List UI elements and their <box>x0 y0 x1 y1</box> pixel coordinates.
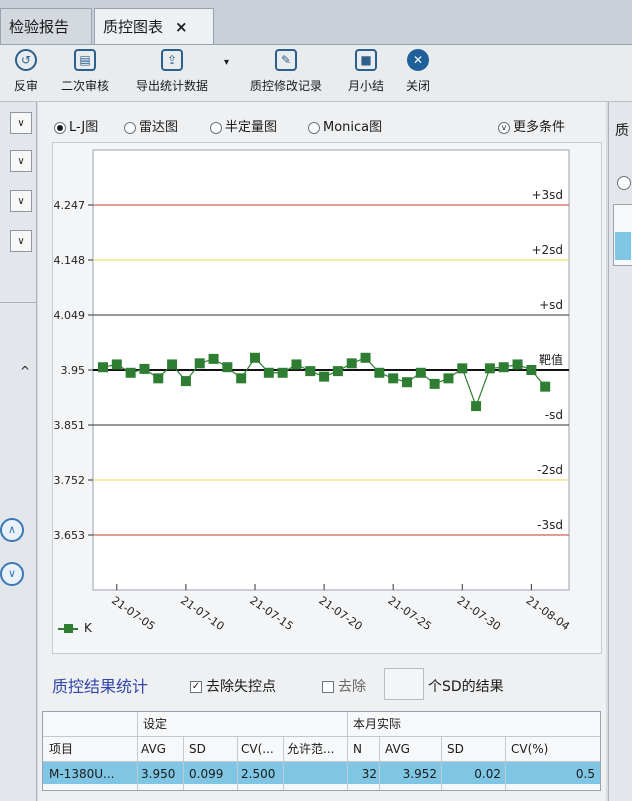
remove-sd-checkbox[interactable]: 去除 <box>322 676 366 696</box>
data-point <box>319 371 330 382</box>
stats-table: 设定 本月实际 项目 AVG SD CV(... 允许范... N AVG SD… <box>42 711 601 791</box>
sd-label: +sd <box>539 298 563 312</box>
data-point <box>402 377 412 388</box>
col-header-cv[interactable]: CV(... <box>241 738 281 760</box>
x-tick-label: 21-07-30 <box>455 594 503 633</box>
data-point <box>415 367 426 378</box>
x-tick-label: 21-07-25 <box>385 594 433 633</box>
y-tick-label: 4.049 <box>54 309 86 322</box>
data-point <box>236 373 247 384</box>
col-header-actual-sd[interactable]: SD <box>447 738 501 760</box>
x-tick-label: 21-07-05 <box>109 594 157 633</box>
y-tick-label: 4.148 <box>54 254 86 267</box>
col-header-actual-cv[interactable]: CV(%) <box>511 738 591 760</box>
y-tick-label: 4.247 <box>54 199 86 212</box>
sd-label: -sd <box>545 408 563 422</box>
sd-label: -3sd <box>537 518 563 532</box>
checkbox-label: 去除失控点 <box>206 679 276 695</box>
cell-cv: 2.500 <box>241 767 276 781</box>
sd-label: -2sd <box>537 463 563 477</box>
data-point <box>540 381 551 392</box>
col-header-allowed-range[interactable]: 允许范... <box>287 738 345 760</box>
cell-actual-cv: 0.5 <box>575 767 595 781</box>
sd-count-input[interactable] <box>384 668 424 700</box>
x-tick-label: 21-07-15 <box>247 594 295 633</box>
data-point <box>263 367 274 378</box>
data-point <box>332 366 343 377</box>
x-tick-label: 21-07-20 <box>316 594 364 633</box>
data-point <box>111 359 122 370</box>
cell-actual-sd: 0.02 <box>474 767 501 781</box>
legend-marker <box>64 624 73 633</box>
data-point <box>153 373 164 384</box>
remove-out-of-control-checkbox[interactable]: ✓ 去除失控点 <box>190 676 276 696</box>
cell-allowed-range <box>287 763 345 785</box>
data-point <box>250 352 260 363</box>
data-point <box>291 359 302 370</box>
col-header-sd[interactable]: SD <box>189 738 233 760</box>
stats-title: 质控结果统计 <box>52 677 149 696</box>
sd-label: +3sd <box>531 188 563 202</box>
group-header-config: 设定 <box>143 717 168 731</box>
data-point <box>346 358 357 369</box>
sd-label: 靶值 <box>539 352 563 367</box>
data-point <box>471 401 482 412</box>
legend-label: K <box>84 621 92 635</box>
cell-item: M-1380U... <box>49 767 115 781</box>
data-point <box>98 362 108 373</box>
data-point <box>429 378 440 389</box>
checkbox-label: 去除 <box>338 679 366 695</box>
data-point <box>484 363 495 374</box>
sd-label: +2sd <box>531 243 563 257</box>
col-header-actual-avg[interactable]: AVG <box>385 738 437 760</box>
col-header-item[interactable]: 项目 <box>49 738 135 760</box>
y-tick-label: 3.851 <box>54 419 86 432</box>
data-point <box>167 359 178 370</box>
cell-avg: 3.950 <box>141 767 176 781</box>
y-tick-label: 3.653 <box>54 529 86 542</box>
x-tick-label: 21-08-04 <box>524 594 572 633</box>
cell-sd: 0.099 <box>189 767 224 781</box>
data-point <box>305 366 316 377</box>
data-point <box>498 362 509 373</box>
data-point <box>125 367 136 378</box>
data-point <box>180 376 191 387</box>
cell-n: 32 <box>361 767 377 781</box>
data-point <box>512 359 523 370</box>
data-point <box>194 358 205 369</box>
data-point <box>443 373 454 384</box>
data-point <box>457 363 468 374</box>
group-header-actual: 本月实际 <box>353 717 402 731</box>
data-point <box>360 352 371 363</box>
checkbox-icon <box>322 681 334 693</box>
data-point <box>139 363 150 374</box>
sd-suffix-label: 个SD的结果 <box>428 679 504 695</box>
cell-actual-avg: 3.952 <box>402 767 437 781</box>
col-header-avg[interactable]: AVG <box>141 738 181 760</box>
x-tick-label: 21-07-10 <box>178 594 226 633</box>
y-tick-label: 3.752 <box>54 474 86 487</box>
y-tick-label: 3.95 <box>61 364 86 377</box>
col-header-n[interactable]: N <box>353 738 377 760</box>
data-point <box>526 365 537 375</box>
data-point <box>208 353 219 364</box>
data-point <box>388 373 399 384</box>
checkbox-checked-icon: ✓ <box>190 681 202 693</box>
data-point <box>277 367 288 378</box>
data-point <box>374 367 385 378</box>
data-point <box>222 362 233 373</box>
